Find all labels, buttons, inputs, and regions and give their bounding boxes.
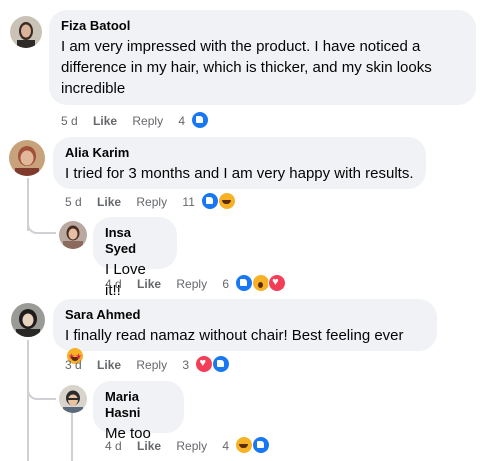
comment-bubble: Alia Karim I tried for 3 months and I am… xyxy=(53,137,426,189)
comment-timestamp[interactable]: 5 d xyxy=(61,113,78,129)
reaction-count[interactable]: 4 xyxy=(178,113,185,129)
comment-bubble: Sara Ahmed I finally read namaz without … xyxy=(53,299,437,367)
comment-timestamp[interactable]: 3 d xyxy=(65,357,82,373)
like-button[interactable]: Like xyxy=(93,113,117,129)
reply-bubble: Insa Syed I Love it!! xyxy=(93,217,177,299)
like-button[interactable]: Like xyxy=(97,194,121,210)
comment-actions: 3 d Like Reply 3 xyxy=(65,355,230,373)
reply-button[interactable]: Reply xyxy=(136,357,167,373)
haha-reaction-icon xyxy=(235,436,254,454)
comment-text: I am very impressed with the product. I … xyxy=(61,38,432,97)
reaction-icons[interactable] xyxy=(201,192,236,210)
reply-button[interactable]: Reply xyxy=(132,113,163,129)
avatar-fiza-batool[interactable] xyxy=(10,16,42,48)
reaction-count[interactable]: 11 xyxy=(182,194,194,210)
comment-author[interactable]: Sara Ahmed xyxy=(65,307,425,323)
like-reaction-icon xyxy=(191,111,210,129)
comment-timestamp[interactable]: 5 d xyxy=(65,194,82,210)
comment-author[interactable]: Maria Hasni xyxy=(105,389,172,421)
reaction-icons[interactable] xyxy=(195,355,230,373)
reaction-icons[interactable] xyxy=(235,274,287,292)
comment-author[interactable]: Alia Karim xyxy=(65,145,414,161)
reply-button[interactable]: Reply xyxy=(176,276,207,292)
reaction-icons[interactable] xyxy=(235,436,270,454)
avatar-sara-ahmed[interactable] xyxy=(11,303,45,337)
like-button[interactable]: Like xyxy=(97,357,121,373)
wow-reaction-icon xyxy=(251,274,270,292)
avatar-maria-hasni[interactable] xyxy=(59,385,87,413)
comment-timestamp[interactable]: 4 d xyxy=(105,276,122,292)
comment-text-content: I finally read namaz without chair! Best… xyxy=(65,327,404,344)
reaction-icons[interactable] xyxy=(191,111,210,129)
comment-actions: 4 d Like Reply 6 xyxy=(105,274,287,292)
reply-bubble: Maria Hasni Me too xyxy=(93,381,184,442)
like-reaction-icon xyxy=(251,436,270,454)
reply-button[interactable]: Reply xyxy=(136,194,167,210)
reply-button[interactable]: Reply xyxy=(176,438,207,454)
like-reaction-icon xyxy=(235,274,254,292)
love-reaction-icon xyxy=(268,274,287,292)
thread-branch xyxy=(27,380,56,400)
comment-author[interactable]: Insa Syed xyxy=(105,225,165,257)
avatar-insa-syed[interactable] xyxy=(59,221,87,249)
reaction-count[interactable]: 4 xyxy=(222,438,229,454)
love-reaction-icon xyxy=(195,355,214,373)
reaction-count[interactable]: 3 xyxy=(182,357,189,373)
comment-author[interactable]: Fiza Batool xyxy=(61,18,464,34)
comment-text: I tried for 3 months and I am very happy… xyxy=(65,165,414,182)
comment-actions: 5 d Like Reply 4 xyxy=(61,111,210,129)
comment-timestamp[interactable]: 4 d xyxy=(105,438,122,454)
reaction-count[interactable]: 6 xyxy=(222,276,229,292)
comment-bubble: Fiza Batool I am very impressed with the… xyxy=(49,10,476,105)
thread-branch xyxy=(27,214,56,234)
haha-reaction-icon xyxy=(217,192,236,210)
thread-line xyxy=(27,340,30,461)
comment-actions: 5 d Like Reply 11 xyxy=(65,192,236,210)
comment-actions: 4 d Like Reply 4 xyxy=(105,436,270,454)
like-reaction-icon xyxy=(201,192,220,210)
reply-thread-line xyxy=(71,413,74,461)
like-reaction-icon xyxy=(211,355,230,373)
like-button[interactable]: Like xyxy=(137,276,161,292)
avatar-alia-karim[interactable] xyxy=(9,140,45,176)
like-button[interactable]: Like xyxy=(137,438,161,454)
